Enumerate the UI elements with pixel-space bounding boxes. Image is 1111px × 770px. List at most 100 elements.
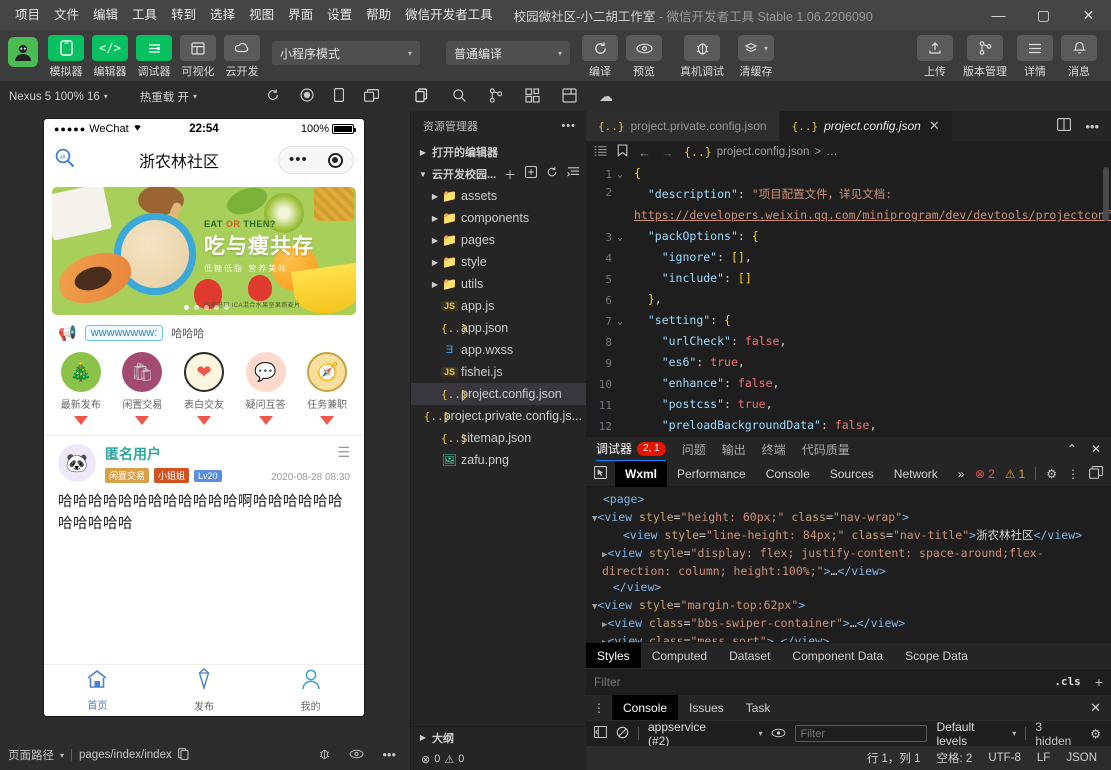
debugger-tab-code-quality[interactable]: 代码质量 <box>802 441 850 458</box>
add-style-button[interactable]: + <box>1095 674 1103 690</box>
file-tree-file-app-json[interactable]: {..} app.json <box>411 317 586 339</box>
outline-icon[interactable] <box>594 145 607 160</box>
bookmark-icon[interactable] <box>617 144 628 160</box>
menu-item-view[interactable]: 视图 <box>242 0 281 30</box>
file-tree-folder-utils[interactable]: ▶ 📁 utils <box>411 273 586 295</box>
search-icon[interactable] <box>452 88 467 106</box>
style-tab-styles[interactable]: Styles <box>586 642 641 669</box>
open-editors-section[interactable]: ▶ 打开的编辑器 <box>411 141 586 163</box>
more-icon[interactable]: ••• <box>382 747 396 764</box>
menu-item-file[interactable]: 文件 <box>47 0 86 30</box>
warning-indicator[interactable]: ⚠ 1 <box>1005 467 1025 481</box>
toolbar-compile-button[interactable]: 编译 <box>578 35 622 79</box>
extensions-icon[interactable] <box>525 87 540 106</box>
toolbar-preview-button[interactable]: 预览 <box>622 35 666 79</box>
file-tree-file-app-js[interactable]: JS app.js <box>411 295 586 317</box>
expand-arrow-icon[interactable] <box>602 584 613 594</box>
file-tree-folder-style[interactable]: ▶ 📁 style <box>411 251 586 273</box>
dom-node[interactable]: ▶<view class="mess_sort">…</view> <box>592 633 1111 642</box>
file-tree-folder-assets[interactable]: ▶ 📁 assets <box>411 185 586 207</box>
banner-dot[interactable] <box>204 305 209 310</box>
file-tree-file-project-private-config-json[interactable]: {..} project.private.config.js... <box>411 405 586 427</box>
capsule-menu-icon[interactable]: ••• <box>289 152 308 167</box>
more-icon[interactable]: ••• <box>561 120 576 132</box>
more-vertical-icon[interactable]: ⋮ <box>586 701 612 715</box>
fold-toggle-icon[interactable]: ⌄ <box>612 167 628 180</box>
devtools-tab-wxml[interactable]: Wxml <box>615 460 668 487</box>
toolbar-simulator-button[interactable]: 模拟器 <box>44 35 88 79</box>
notice-pill[interactable]: wwwwwwww: <box>84 325 164 341</box>
split-editor-icon[interactable] <box>1057 118 1072 134</box>
menu-item-edit[interactable]: 编辑 <box>86 0 125 30</box>
toolbar-cloud-button[interactable]: 云开发 <box>220 35 264 79</box>
console-levels-select[interactable]: Default levels ▾ <box>936 720 1016 748</box>
eol-setting[interactable]: LF <box>1037 752 1050 764</box>
error-indicator[interactable]: ⊗ 2 <box>975 467 995 481</box>
banner-swiper[interactable]: EAT OR THEN? 吃与瘦共存 低糖低脂 营养美味 瑞典进口 ICA混合水… <box>52 187 356 315</box>
forward-arrow-icon[interactable]: → <box>661 145 674 160</box>
devtools-tab-sources[interactable]: Sources <box>820 461 884 487</box>
file-tree-folder-pages[interactable]: ▶ 📁 pages <box>411 229 586 251</box>
close-button[interactable]: ✕ <box>1066 0 1111 30</box>
debugger-tab-debugger[interactable]: 调试器 2, 1 <box>596 437 666 461</box>
device-select[interactable]: Nexus 5 100% 16 ▾ <box>0 82 117 111</box>
chevron-up-icon[interactable]: ⌃ <box>1067 442 1077 456</box>
files-icon[interactable] <box>415 87 430 106</box>
indent-setting[interactable]: 空格: 2 <box>937 750 973 766</box>
cursor-inspect-icon[interactable] <box>586 465 615 482</box>
device-icon[interactable] <box>334 88 345 105</box>
gear-icon[interactable]: ⚙ <box>1090 727 1103 741</box>
menu-item-devtools[interactable]: 微信开发者工具 <box>398 0 500 30</box>
code-editor[interactable]: 1 ⌄{2 "description": "项目配置文件，详见文档: https:… <box>586 163 1111 436</box>
compile-select[interactable]: 普通编译 ▾ <box>446 41 570 65</box>
cls-button[interactable]: .cls <box>1054 675 1081 688</box>
menu-item-settings[interactable]: 设置 <box>320 0 359 30</box>
style-filter-input[interactable] <box>594 674 814 689</box>
toolbar-clear-cache-button[interactable]: ▾ 清缓存 <box>730 35 782 79</box>
dom-node[interactable]: <page> <box>592 491 1111 509</box>
dom-node[interactable]: ▼<view style="height: 60px;" class="nav-… <box>592 509 1111 527</box>
tab-publish[interactable]: 发布 <box>151 665 258 716</box>
search-icon[interactable]: aA <box>54 147 80 174</box>
file-tree-folder-components[interactable]: ▶ 📁 components <box>411 207 586 229</box>
dom-node[interactable]: ▶<view class="bbs-swiper-container">…</v… <box>592 615 1111 633</box>
banner-dot[interactable] <box>184 305 189 310</box>
debugger-tab-output[interactable]: 输出 <box>722 441 746 458</box>
more-icon[interactable]: ••• <box>1085 119 1099 134</box>
sort-item-qa[interactable]: 💬 疑问互答 <box>238 352 294 425</box>
console-tab-issues[interactable]: Issues <box>678 695 735 721</box>
eye-icon[interactable] <box>349 747 364 764</box>
debugger-tab-problems[interactable]: 问题 <box>682 441 706 458</box>
console-hidden-count[interactable]: 3 hidden <box>1035 720 1081 748</box>
tab-mine[interactable]: 我的 <box>257 665 364 716</box>
bug-icon[interactable] <box>318 747 331 764</box>
user-avatar[interactable] <box>8 37 38 67</box>
editor-tab-project-config[interactable]: {..} project.config.json ✕ <box>779 111 953 141</box>
expand-arrow-icon[interactable] <box>592 496 603 506</box>
toolbar-editor-button[interactable]: </> 编辑器 <box>88 35 132 79</box>
console-tab-task[interactable]: Task <box>735 695 782 721</box>
maximize-button[interactable]: ▢ <box>1021 0 1066 30</box>
toolbar-remote-debug-button[interactable]: 真机调试 <box>674 35 730 79</box>
mode-select[interactable]: 小程序模式 ▾ <box>272 41 420 65</box>
branch-icon[interactable] <box>489 87 503 106</box>
dom-node[interactable]: ▼<view style="margin-top:62px"> <box>592 597 1111 615</box>
cloud-icon[interactable]: ☁ <box>599 88 613 105</box>
toolbar-detail-button[interactable]: 详情 <box>1013 35 1057 79</box>
console-filter-input[interactable] <box>795 725 928 742</box>
refresh-icon[interactable] <box>266 88 280 105</box>
sidebar-icon[interactable] <box>594 726 607 741</box>
clear-console-icon[interactable] <box>616 726 629 742</box>
hotreload-select[interactable]: 热重载 开 ▾ <box>131 82 206 111</box>
style-tab-dataset[interactable]: Dataset <box>718 643 781 669</box>
menu-item-project[interactable]: 项目 <box>8 0 47 30</box>
devtools-tab-performance[interactable]: Performance <box>667 461 756 487</box>
menu-item-help[interactable]: 帮助 <box>359 0 398 30</box>
sort-item-latest[interactable]: 🎄 最新发布 <box>53 352 109 425</box>
sort-item-trade[interactable]: 🛍 闲置交易 <box>114 352 170 425</box>
style-tab-component-data[interactable]: Component Data <box>781 643 894 669</box>
dock-icon[interactable] <box>1089 465 1103 482</box>
toolbar-visual-button[interactable]: 可视化 <box>176 35 220 79</box>
file-tree-file-zafu-png[interactable]: 🖼 zafu.png <box>411 449 586 471</box>
file-tree-file-fishei-js[interactable]: JS fishei.js <box>411 361 586 383</box>
